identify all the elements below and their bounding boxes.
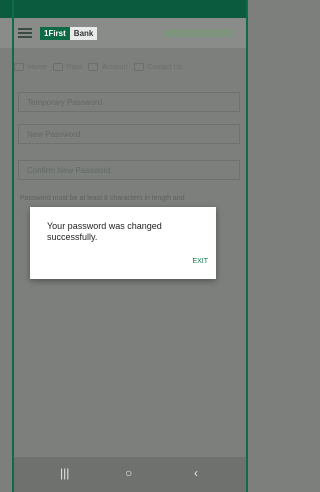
left-border bbox=[12, 0, 14, 492]
exit-button[interactable]: EXIT bbox=[190, 257, 210, 266]
menu-icon[interactable] bbox=[18, 28, 32, 38]
tab-contact[interactable]: Contact Us bbox=[133, 63, 183, 71]
tab-row: Home Pass Account Contact Us bbox=[14, 56, 246, 78]
back-icon[interactable]: ‹ bbox=[194, 467, 198, 479]
user-icon bbox=[88, 63, 99, 71]
tab-account[interactable]: Account bbox=[88, 63, 128, 71]
confirm-password-placeholder: Confirm New Password bbox=[27, 165, 111, 175]
status-bar bbox=[0, 0, 248, 18]
right-border bbox=[246, 0, 248, 492]
tab-contact-label: Contact Us bbox=[147, 63, 183, 71]
tab-account-label: Account bbox=[102, 63, 128, 71]
tab-pass[interactable]: Pass bbox=[52, 63, 83, 71]
phone-icon bbox=[133, 63, 144, 71]
bank-logo: 1First Bank bbox=[40, 25, 98, 41]
screen: 1First Bank Home Pass Account Contact Us… bbox=[0, 0, 248, 492]
key-icon bbox=[52, 63, 63, 71]
confirm-password-field[interactable]: Confirm New Password bbox=[18, 160, 240, 180]
new-password-placeholder: New Password bbox=[27, 129, 81, 139]
new-password-field[interactable]: New Password bbox=[18, 124, 240, 144]
app-header: 1First Bank bbox=[0, 18, 248, 48]
header-right-placeholder bbox=[164, 29, 234, 37]
success-dialog: Your password was changed successfully. … bbox=[30, 207, 216, 279]
home-icon bbox=[14, 63, 24, 71]
home-button-icon[interactable]: ○ bbox=[125, 467, 132, 479]
tab-home-label: Home bbox=[28, 63, 47, 71]
tab-home[interactable]: Home bbox=[14, 63, 47, 71]
logo-first-text: 1First bbox=[40, 26, 70, 40]
recent-apps-icon[interactable]: ||| bbox=[60, 467, 69, 479]
temporary-password-field[interactable]: Temporary Password bbox=[18, 92, 240, 112]
password-instruction: Password must be at least 8 characters i… bbox=[20, 195, 185, 202]
system-nav-bar: ||| ○ ‹ bbox=[14, 457, 246, 492]
temporary-password-placeholder: Temporary Password bbox=[27, 97, 103, 107]
tab-pass-label: Pass bbox=[66, 63, 83, 71]
logo-bank-text: Bank bbox=[69, 26, 98, 40]
dialog-message: Your password was changed successfully. bbox=[47, 221, 162, 242]
